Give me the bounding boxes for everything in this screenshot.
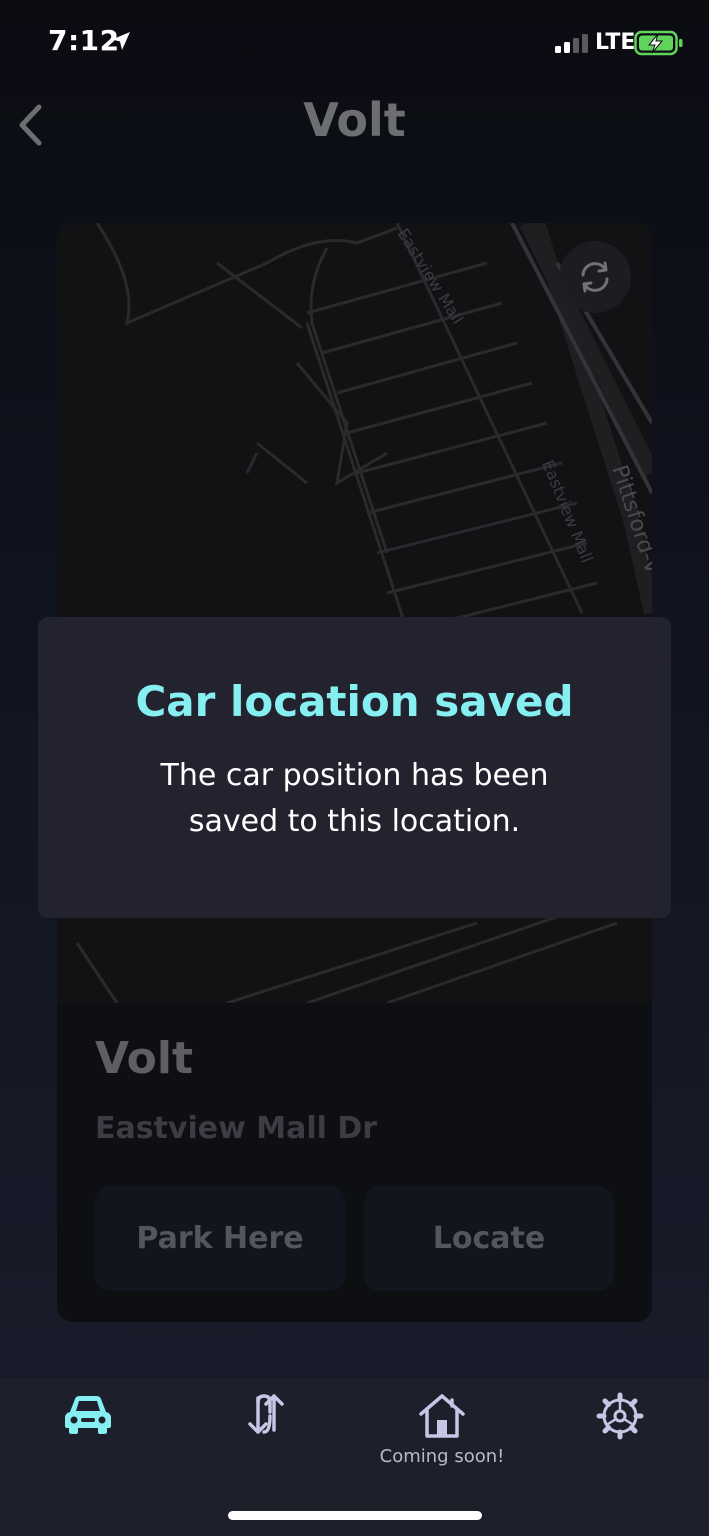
home-icon	[419, 1394, 465, 1438]
tab-car[interactable]	[28, 1392, 148, 1472]
status-bar: 7:12 LTE	[0, 0, 709, 90]
park-here-button[interactable]: Park Here	[95, 1186, 345, 1291]
locate-button[interactable]: Locate	[364, 1186, 614, 1291]
refresh-button[interactable]	[559, 241, 631, 313]
car-name: Volt	[95, 1033, 193, 1084]
car-address: Eastview Mall Dr	[95, 1111, 378, 1146]
signal-bars-icon	[555, 34, 588, 53]
dialog-title: Car location saved	[135, 677, 574, 726]
location-arrow-icon	[112, 32, 130, 50]
page-title: Volt	[303, 93, 406, 147]
tab-home-label: Coming soon!	[379, 1446, 505, 1467]
tab-trips[interactable]	[206, 1392, 326, 1472]
status-time: 7:12	[48, 24, 120, 57]
trips-arrows-icon	[248, 1394, 284, 1434]
home-indicator	[228, 1511, 482, 1520]
map-label: Eastview Mall	[394, 225, 468, 327]
tab-settings[interactable]	[560, 1392, 680, 1472]
dialog-message: The car position has been saved to this …	[160, 758, 549, 839]
network-type: LTE	[595, 30, 636, 55]
battery-charging-icon	[634, 30, 683, 56]
location-saved-dialog: Car location saved The car position has …	[38, 617, 671, 918]
refresh-icon	[581, 261, 609, 293]
gear-icon	[596, 1392, 644, 1440]
car-icon	[65, 1396, 111, 1434]
